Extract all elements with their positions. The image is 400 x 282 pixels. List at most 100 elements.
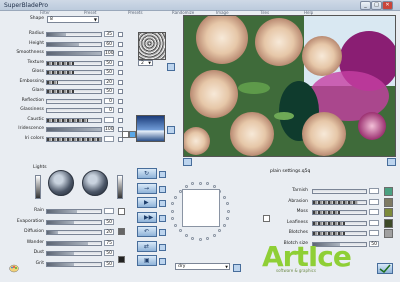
value-box-caustic[interactable]	[104, 116, 114, 123]
slider-gloss[interactable]	[46, 70, 102, 75]
value-box-gloss[interactable]: 50	[104, 69, 114, 75]
preview-image[interactable]	[183, 15, 396, 157]
preview-right-icon[interactable]	[387, 158, 396, 166]
dust-color-swatch[interactable]	[118, 256, 125, 263]
texture-dropdown[interactable]: 2 ▼	[138, 60, 153, 66]
value-box-height[interactable]: 60	[104, 40, 114, 47]
color-swatch-leafiness[interactable]	[384, 218, 393, 228]
small-arrow-icon[interactable]	[159, 229, 166, 236]
lock-checkbox[interactable]	[118, 89, 123, 94]
value-box-glassiness[interactable]: 0	[104, 107, 114, 113]
light-position-dot[interactable]	[184, 233, 188, 237]
paint-palette-icon[interactable]	[9, 264, 19, 273]
image-button[interactable]: ▣	[137, 255, 157, 266]
slider-grit[interactable]	[46, 261, 102, 267]
slider-moss[interactable]	[312, 210, 367, 215]
light-position-dot[interactable]	[170, 209, 174, 213]
slider-texture[interactable]	[46, 60, 102, 66]
lock-checkbox[interactable]	[118, 79, 123, 85]
lock-checkbox[interactable]	[118, 51, 123, 56]
value-box-evaporation[interactable]: 50	[104, 218, 114, 225]
small-arrow-icon[interactable]	[159, 185, 166, 193]
slider-iri-colors[interactable]	[46, 136, 102, 142]
lock-checkbox[interactable]	[118, 60, 123, 66]
light-direction-knob-2[interactable]	[82, 170, 108, 196]
value-box-tarnish[interactable]	[369, 188, 379, 194]
slider-iridescence[interactable]	[46, 127, 102, 132]
lock-checkbox[interactable]	[118, 41, 123, 47]
lock-checkbox[interactable]	[118, 117, 123, 123]
slider-rain[interactable]	[46, 209, 102, 214]
small-arrow-icon[interactable]	[159, 214, 166, 222]
light-position-dot[interactable]	[226, 209, 230, 213]
slider-blotches[interactable]	[312, 231, 367, 236]
light-elevation-slider[interactable]	[117, 175, 123, 199]
preset-dropdown[interactable]: dry ▼	[175, 263, 230, 270]
light-position-dot[interactable]	[178, 229, 182, 233]
light-position-dot[interactable]	[198, 181, 202, 185]
lock-checkbox[interactable]	[118, 98, 123, 104]
undo-button[interactable]: ↶	[137, 226, 157, 237]
slider-leafiness[interactable]	[312, 220, 367, 226]
rain-color-swatch[interactable]	[118, 208, 125, 215]
lock-checkbox[interactable]	[118, 108, 123, 113]
close-button[interactable]: ✕	[382, 1, 393, 10]
small-arrow-icon[interactable]	[159, 171, 166, 178]
slider-evaporation[interactable]	[46, 219, 102, 225]
light-position-dot[interactable]	[191, 182, 195, 186]
color-swatch-blotches[interactable]	[384, 229, 393, 238]
refresh-button[interactable]: ↻	[137, 168, 157, 179]
light-position-dot[interactable]	[174, 195, 178, 199]
light-position-dot[interactable]	[225, 202, 229, 206]
small-arrow-icon[interactable]	[159, 243, 166, 251]
preview-left-icon[interactable]	[183, 158, 192, 166]
value-box-moss[interactable]	[369, 209, 379, 215]
light-position-dot[interactable]	[222, 223, 226, 227]
light-position-dot[interactable]	[225, 216, 229, 220]
value-box-blotches[interactable]	[369, 230, 379, 236]
small-arrow-icon[interactable]	[159, 258, 166, 265]
value-box-leafiness[interactable]	[369, 219, 379, 226]
menu-item-preset[interactable]: Preset	[84, 10, 96, 15]
light-position-dot[interactable]	[171, 202, 175, 206]
light-brightness-slider[interactable]	[35, 175, 41, 199]
slider-caustic[interactable]	[46, 117, 102, 123]
texture-load-icon[interactable]	[167, 63, 175, 71]
value-box-rain[interactable]	[104, 208, 114, 214]
light-position-dot[interactable]	[205, 182, 209, 186]
value-box-diffusion[interactable]: 20	[104, 229, 114, 235]
ok-button[interactable]	[377, 263, 393, 274]
lock-checkbox[interactable]	[118, 32, 123, 37]
menu-item-filter[interactable]: Filter	[40, 10, 50, 15]
caustic-color-swatch[interactable]	[122, 131, 129, 138]
arrow-right-button[interactable]: →	[137, 182, 157, 194]
slider-diffusion[interactable]	[46, 230, 102, 235]
light-position-dot[interactable]	[212, 185, 216, 189]
caustic-color-swatch-2[interactable]	[129, 131, 136, 138]
environment-map-thumbnail[interactable]	[136, 115, 165, 142]
light-position-dot[interactable]	[174, 223, 178, 227]
color-swatch-tarnish[interactable]	[384, 187, 393, 196]
slider-abrasion[interactable]	[312, 199, 367, 205]
envmap-load-icon[interactable]	[167, 126, 175, 134]
light-position-dot[interactable]	[205, 236, 209, 240]
light-position-dot[interactable]	[222, 195, 226, 199]
value-box-iridescence[interactable]: 100	[104, 126, 114, 132]
color-swatch-moss[interactable]	[384, 208, 393, 217]
light-position-dot[interactable]	[198, 237, 202, 241]
value-box-abrasion[interactable]	[369, 198, 379, 205]
light-position-dot[interactable]	[212, 233, 216, 237]
value-box-grit[interactable]: 50	[104, 260, 114, 267]
slider-wander[interactable]	[46, 240, 102, 246]
value-box-blotch-size[interactable]: 50	[369, 240, 379, 247]
value-box-dust[interactable]: 50	[104, 250, 114, 256]
value-box-radius[interactable]: 35	[104, 31, 114, 37]
small-arrow-icon[interactable]	[159, 200, 166, 207]
value-box-texture[interactable]: 50	[104, 59, 114, 66]
preset-load-icon[interactable]	[233, 264, 241, 272]
value-box-smoothness[interactable]: 100	[104, 50, 114, 56]
slider-glassiness[interactable]	[46, 108, 102, 113]
light-direction-knob-1[interactable]	[48, 170, 74, 196]
moss-checkbox[interactable]	[263, 215, 270, 222]
slider-reflection[interactable]	[46, 98, 102, 104]
